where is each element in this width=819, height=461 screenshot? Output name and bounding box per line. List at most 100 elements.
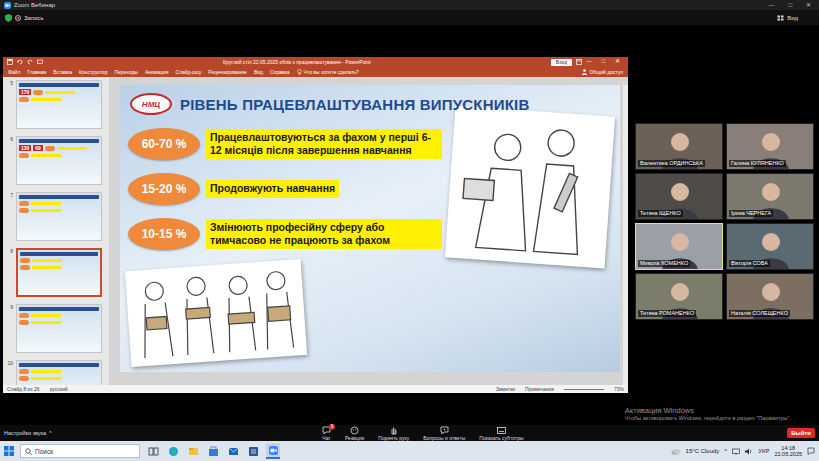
slide-thumbnail[interactable]: 10 bbox=[5, 360, 104, 385]
notes-button[interactable]: Заметки bbox=[496, 386, 515, 392]
toolbar-button[interactable]: Вопросы и ответы bbox=[423, 426, 465, 441]
window-control-button[interactable]: ✕ bbox=[615, 59, 620, 65]
windows-start-icon[interactable] bbox=[4, 446, 14, 456]
thumbnail-bar bbox=[32, 259, 62, 262]
window-control-button[interactable]: □ bbox=[788, 2, 792, 8]
percent-oval: 60-70 % bbox=[128, 128, 200, 160]
toolbar-button[interactable]: Показать субтитры bbox=[479, 426, 523, 441]
ribbon-tab[interactable]: Справка bbox=[270, 69, 290, 75]
participant-tile[interactable]: Тетяна ІЩЕНКО bbox=[635, 173, 723, 220]
input-language[interactable]: УКР bbox=[758, 448, 769, 454]
audio-settings-label[interactable]: Настройки звука bbox=[4, 430, 46, 436]
captions-icon bbox=[497, 426, 506, 435]
toolbar-button[interactable]: Поднять руку bbox=[378, 426, 409, 441]
ribbon-display-icon bbox=[576, 59, 582, 65]
thumbnail-oval bbox=[19, 320, 29, 325]
window-control-button[interactable]: — bbox=[586, 59, 592, 65]
slide-thumbnail[interactable]: 8 bbox=[5, 248, 104, 297]
ribbon-tab[interactable]: Рецензирование bbox=[208, 69, 247, 75]
zoom-slider[interactable] bbox=[564, 389, 604, 390]
ribbon-tab[interactable]: Анимация bbox=[145, 69, 168, 75]
window-control-button[interactable]: — bbox=[768, 2, 774, 8]
leave-button[interactable]: Выйти bbox=[787, 428, 815, 438]
percent-oval: 10-15 % bbox=[128, 218, 200, 250]
slide-thumbnail[interactable]: 9 bbox=[5, 304, 104, 353]
activation-watermark: Активация WindowsЧтобы активировать Wind… bbox=[625, 406, 791, 421]
toolbar-label: Чат bbox=[322, 435, 330, 441]
taskbar-app[interactable] bbox=[146, 443, 160, 459]
window-control-button[interactable]: ✕ bbox=[806, 2, 811, 8]
slide-title: НМЦРІВЕНЬ ПРАЦЕВЛАШТУВАННЯ ВИПУСКНИКІВ bbox=[130, 93, 529, 115]
thumbnail-preview bbox=[16, 304, 102, 353]
thumbnail-number: 130 bbox=[19, 145, 31, 151]
ribbon-tab[interactable]: Вставка bbox=[53, 69, 72, 75]
toolbar-label: Вопросы и ответы bbox=[423, 435, 465, 441]
cloud-icon bbox=[671, 448, 681, 455]
taskbar-search[interactable]: Поиск bbox=[20, 444, 140, 458]
login-button[interactable]: Вход bbox=[551, 59, 572, 66]
taskbar-app[interactable] bbox=[166, 443, 180, 459]
tell-me-search[interactable]: Что вы хотите сделать? bbox=[304, 69, 359, 75]
thumbnail-bar bbox=[31, 321, 61, 324]
zoom-level: 73% bbox=[614, 386, 624, 392]
participant-tile[interactable]: Тетяна РОМАНЕНКО bbox=[635, 273, 723, 320]
participant-tile[interactable]: Наталія СОЛЕЩЕНКО bbox=[726, 273, 814, 320]
taskbar-app[interactable] bbox=[226, 443, 240, 459]
stat-label: Працевлаштовуються за фахом у перші 6-12… bbox=[206, 129, 442, 159]
ribbon-tab[interactable]: Переходы bbox=[114, 69, 137, 75]
ribbon-tab[interactable]: Файл bbox=[8, 69, 20, 75]
taskbar-app[interactable] bbox=[186, 443, 200, 459]
mail-icon bbox=[228, 446, 239, 457]
thumbnail-preview bbox=[16, 360, 102, 385]
ribbon-tab[interactable]: Вид bbox=[254, 69, 263, 75]
ribbon-tab[interactable]: Слайд-шоу bbox=[175, 69, 201, 75]
audio-caret[interactable]: ^ bbox=[49, 430, 52, 436]
participant-name: Наталія СОЛЕЩЕНКО bbox=[729, 310, 790, 317]
vertical-scrollbar[interactable] bbox=[623, 85, 628, 385]
clock-date: 22.05.2025 bbox=[774, 451, 802, 458]
toolbar-button[interactable]: Реакции bbox=[345, 426, 364, 441]
slide-number: 8 bbox=[5, 248, 13, 254]
ribbon-tab[interactable]: Конструктор bbox=[79, 69, 108, 75]
percent-oval: 15-20 % bbox=[128, 173, 200, 205]
clock[interactable]: 14:1822.05.2025 bbox=[774, 445, 802, 458]
thumbnail-row: 13069 bbox=[19, 145, 99, 151]
participant-name: Вікторія СОВА bbox=[729, 260, 770, 267]
zoom-logo-icon bbox=[4, 2, 11, 9]
tray-expand[interactable]: ^ bbox=[724, 448, 727, 454]
taskbar-app[interactable] bbox=[266, 443, 280, 459]
view-button[interactable]: Вид bbox=[787, 15, 798, 21]
toolbar-label: Показать субтитры bbox=[479, 435, 523, 441]
thumbnail-oval bbox=[19, 208, 29, 213]
window-control-button[interactable]: □ bbox=[602, 59, 605, 65]
participant-tile[interactable]: Валентина ОРДИНСЬКА bbox=[635, 123, 723, 170]
window-controls: — □ ✕ bbox=[768, 2, 811, 8]
participant-tile[interactable]: Микола ХОМЕНКО bbox=[635, 223, 723, 270]
slide-thumbnail[interactable]: 613069 bbox=[5, 136, 104, 185]
thumbnail-preview bbox=[16, 248, 102, 297]
slide-thumbnail[interactable]: 5170 bbox=[5, 80, 104, 129]
network-icon[interactable] bbox=[732, 448, 740, 455]
store-icon bbox=[208, 446, 219, 457]
ribbon-tab[interactable]: Главная bbox=[27, 69, 46, 75]
participant-tile[interactable]: Ірина ЧЕРНЕГА bbox=[726, 173, 814, 220]
slide-thumbnail[interactable]: 7 bbox=[5, 192, 104, 241]
powerpoint-body: 5170 613069 7 8 9 10 НМЦРІВЕНЬ ПРАЦЕВЛАШТУВАНН… bbox=[3, 77, 628, 385]
thumbnail-bar bbox=[32, 266, 62, 269]
toolbar-button[interactable]: 9Чат bbox=[322, 426, 331, 441]
weather[interactable]: 15°C Cloudy bbox=[686, 448, 720, 454]
participant-name: Микола ХОМЕНКО bbox=[638, 260, 690, 267]
thumbnail-header bbox=[19, 363, 99, 367]
edge-icon bbox=[168, 446, 179, 457]
taskbar-app[interactable] bbox=[246, 443, 260, 459]
thumbnail-oval bbox=[45, 146, 55, 151]
share-button[interactable]: Общий доступ bbox=[589, 69, 623, 75]
volume-icon[interactable] bbox=[745, 448, 753, 455]
audio-settings[interactable]: Настройки звука^ bbox=[4, 430, 322, 436]
notifications-icon[interactable] bbox=[807, 447, 815, 455]
person-icon bbox=[582, 69, 587, 75]
participant-tile[interactable]: Галина КУЛЯНЕНКО bbox=[726, 123, 814, 170]
participant-tile[interactable]: Вікторія СОВА bbox=[726, 223, 814, 270]
comments-button[interactable]: Примечания bbox=[525, 386, 554, 392]
taskbar-app[interactable] bbox=[206, 443, 220, 459]
